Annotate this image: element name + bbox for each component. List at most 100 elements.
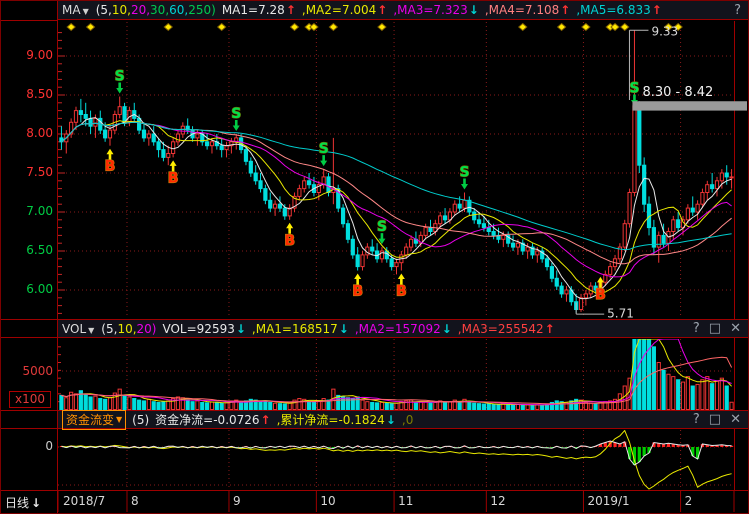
event-diamond-icon[interactable] (582, 24, 590, 31)
price-axis-label: 8.00 (1, 126, 53, 140)
volume-bar (65, 398, 68, 410)
indicator-param: 60, (169, 3, 188, 17)
candle (696, 204, 699, 212)
help-icon[interactable]: ? (693, 321, 700, 336)
volume-bar (259, 402, 262, 410)
event-diamond-icon[interactable] (329, 24, 337, 31)
maximize-icon[interactable]: □ (709, 321, 721, 336)
close-icon[interactable]: ✕ (730, 412, 741, 427)
volume-bar (414, 402, 417, 409)
volume-bar (662, 370, 665, 409)
volume-bar (487, 404, 490, 409)
candle (346, 224, 349, 240)
volume-bar (696, 384, 699, 409)
sell-marker: S (319, 141, 329, 157)
candle (706, 185, 709, 193)
volume-bar (264, 401, 267, 410)
range-band-label: 8.30 - 8.42 (642, 85, 713, 100)
volume-bar (89, 397, 92, 410)
cumulative-netflow-line (61, 431, 731, 490)
volume-bar (521, 405, 524, 409)
time-axis-label: 2019/1 (587, 494, 629, 508)
event-diamond-icon[interactable] (164, 24, 172, 31)
chart-canvas: SSSSSSBBBBBB8.30 - 8.429.335.71 (1, 1, 749, 514)
volume-bar (434, 402, 437, 409)
candle (686, 208, 689, 220)
volume-bar (94, 396, 97, 409)
indicator-param: 30, (150, 3, 169, 17)
period-selector[interactable]: 日线↓ (5, 494, 41, 511)
candle (638, 106, 641, 165)
candle (269, 200, 272, 208)
indicator-value: ,累计净流=-0.1824 (277, 413, 385, 427)
candle (356, 255, 359, 267)
event-diamond-icon[interactable] (621, 24, 629, 31)
event-diamond-icon[interactable] (310, 24, 318, 31)
candle (341, 208, 344, 224)
volume-bar (458, 402, 461, 409)
volume-bar (191, 402, 194, 410)
fundflow-indicator-selector[interactable]: 资金流变▼ (62, 410, 126, 430)
candle (502, 235, 505, 239)
candle (409, 239, 412, 247)
fund-params: (5) (132, 413, 149, 427)
arrow-up-icon: ↑ (652, 3, 662, 17)
help-icon[interactable]: ? (693, 412, 700, 427)
volume-bar (201, 402, 204, 409)
volume-bar (652, 347, 655, 410)
indicator-param: 10, (112, 3, 131, 17)
volume-bar (701, 380, 704, 410)
volume-bar (497, 405, 500, 410)
volume-bar (541, 405, 544, 409)
event-diamond-icon[interactable] (87, 24, 95, 31)
volume-bar (283, 404, 286, 409)
volume-bar (667, 374, 670, 409)
volume-bar (507, 404, 510, 409)
sell-marker: S (231, 106, 241, 122)
vol-indicator-selector[interactable]: VOL▼ (62, 322, 94, 336)
candle (657, 235, 660, 247)
indicator-value: ,MA4=7.108 (485, 3, 559, 17)
event-diamond-icon[interactable] (378, 24, 386, 31)
indicator-name: 资金流变 (66, 411, 114, 428)
volume-bar (691, 386, 694, 410)
sell-marker: S (459, 165, 469, 181)
candle (162, 150, 165, 158)
volume-bar (715, 381, 718, 409)
candle (104, 130, 107, 138)
indicator-param: 20) (137, 322, 157, 336)
volume-bar (210, 402, 213, 409)
candle (555, 278, 558, 286)
volume-bar (516, 404, 519, 409)
arrow-down-icon: ↓ (236, 322, 246, 336)
candle (303, 181, 306, 189)
event-diamond-icon[interactable] (218, 24, 226, 31)
candle (711, 185, 714, 189)
price-axis-label: 8.50 (1, 87, 53, 101)
candle (677, 220, 680, 228)
volume-bar (555, 401, 558, 410)
candle (584, 294, 587, 298)
volume-bar (138, 400, 141, 409)
volume-bar (443, 402, 446, 409)
volume-bar (206, 403, 209, 410)
volume-bar (225, 403, 228, 410)
ma-indicator-selector[interactable]: MA▼ (62, 3, 89, 17)
candle (730, 177, 733, 178)
help-icon[interactable]: ? (734, 3, 741, 18)
volume-bar (730, 402, 733, 409)
volume-bar (128, 397, 131, 410)
volume-bar (142, 401, 145, 410)
event-diamond-icon[interactable] (611, 24, 619, 31)
candle (395, 263, 398, 267)
arrow-down-icon: ↓ (339, 322, 349, 336)
arrow-up-icon: ↑ (545, 322, 555, 336)
event-diamond-icon[interactable] (291, 24, 299, 31)
event-diamond-icon[interactable] (558, 24, 566, 31)
candle (439, 216, 442, 224)
close-icon[interactable]: ✕ (730, 321, 741, 336)
event-diamond-icon[interactable] (67, 24, 75, 31)
event-diamond-icon[interactable] (519, 24, 527, 31)
vol-params: (5,10,20) (101, 322, 156, 336)
maximize-icon[interactable]: □ (709, 412, 721, 427)
